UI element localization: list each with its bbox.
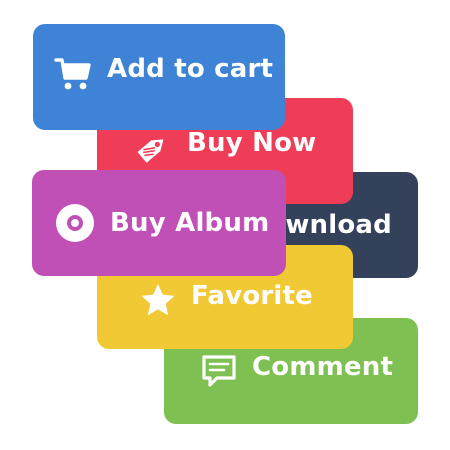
buy-album-button[interactable]: Buy Album (32, 170, 286, 276)
star-icon (139, 281, 177, 319)
download-button-label: wnload (285, 210, 392, 240)
favorite-button-label: Favorite (191, 281, 313, 311)
add-to-cart-button[interactable]: Add to cart (33, 24, 285, 130)
disc-icon (54, 202, 96, 244)
add-to-cart-button-label: Add to cart (107, 54, 274, 84)
speech-bubble-icon (200, 352, 238, 390)
buy-album-button-label: Buy Album (110, 208, 270, 238)
comment-button-label: Comment (252, 352, 394, 382)
shopping-cart-icon (53, 54, 93, 94)
price-tag-icon (131, 128, 173, 170)
buy-now-button-label: Buy Now (187, 128, 317, 158)
